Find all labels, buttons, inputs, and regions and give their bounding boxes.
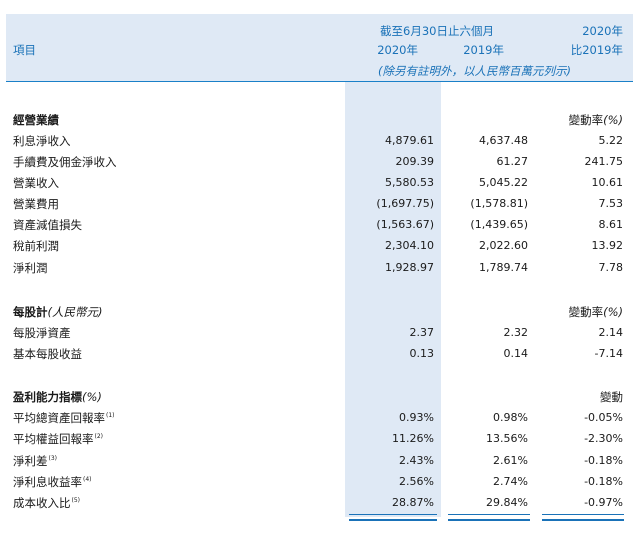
row-label: 資產減值損失 [13,218,82,232]
value-change: 2.14 [598,326,624,339]
value-change: -0.18% [584,454,623,467]
value-change: 7.53 [598,197,624,210]
value-2020: 2.37 [409,326,435,339]
value-2019: 5,045.22 [479,176,528,189]
financial-summary-table: 項目 截至6月30日止六個月 2020年 2019年 2020年 比2019年 … [0,0,640,533]
header-divider [6,81,633,82]
value-change: 5.22 [598,134,624,147]
section-change-header: 變動率(%) [568,305,623,319]
row-label: 淨利差(3) [13,454,57,468]
section-title: 經營業績 [13,113,59,127]
row-label: 平均權益回報率(2) [13,432,103,446]
value-2020: 11.26% [392,432,434,445]
column-header-2020: 2020年 [377,43,418,57]
value-2019: 61.27 [496,155,529,168]
row-label: 每股淨資產 [13,326,71,340]
value-change: -0.05% [584,411,623,424]
value-2019: (1,578.81) [470,197,528,210]
value-2019: 0.98% [493,411,528,424]
value-2019: 2.32 [503,326,529,339]
value-2019: 29.84% [486,496,528,509]
unit-note: (除另有註明外，以人民幣百萬元列示) [378,64,571,78]
value-2020: 2.43% [399,454,434,467]
row-label: 稅前利潤 [13,239,59,253]
value-2020: 4,879.61 [385,134,434,147]
value-change: 241.75 [584,155,624,168]
row-label: 營業費用 [13,197,59,211]
double-underline-2019 [448,514,530,521]
section-change-header: 變動 [600,390,623,404]
value-2019: 2.74% [493,475,528,488]
value-2020: (1,563.67) [376,218,434,231]
value-change: 13.92 [591,239,624,252]
row-label: 平均總資產回報率(1) [13,411,115,425]
section-title: 盈利能力指標(%) [13,390,102,404]
period-header: 截至6月30日止六個月 [380,24,494,38]
value-change: 8.61 [598,218,624,231]
value-2020: 0.93% [399,411,434,424]
change-header-compare: 比2019年 [570,43,623,57]
value-change: 7.78 [598,261,624,274]
value-2020: 2,304.10 [385,239,434,252]
row-label: 營業收入 [13,176,59,190]
double-underline-2020 [349,514,437,521]
value-2019: 13.56% [486,432,528,445]
row-label: 成本收入比(5) [13,496,80,510]
value-2020: (1,697.75) [376,197,434,210]
change-header-year: 2020年 [582,24,623,38]
value-2019: 1,789.74 [479,261,528,274]
value-2020: 2.56% [399,475,434,488]
value-2019: 0.14 [503,347,529,360]
value-change: -0.18% [584,475,623,488]
value-2020: 28.87% [392,496,434,509]
value-change: -7.14 [594,347,623,360]
row-label: 淨利息收益率(4) [13,475,92,489]
value-2019: 2,022.60 [479,239,528,252]
row-label: 淨利潤 [13,261,48,275]
value-2019: 2.61% [493,454,528,467]
section-title: 每股計(人民幣元) [13,305,103,319]
value-2020: 209.39 [395,155,435,168]
value-2019: (1,439.65) [470,218,528,231]
value-2020: 5,580.53 [385,176,434,189]
row-label: 利息淨收入 [13,134,71,148]
column-header-2019: 2019年 [463,43,504,57]
section-change-header: 變動率(%) [568,113,623,127]
row-label: 手續費及佣金淨收入 [13,155,117,169]
value-change: -2.30% [584,432,623,445]
value-change: 10.61 [591,176,624,189]
value-2020: 0.13 [409,347,435,360]
row-label: 基本每股收益 [13,347,82,361]
value-2020: 1,928.97 [385,261,434,274]
double-underline-change [542,514,624,521]
value-2019: 4,637.48 [479,134,528,147]
value-change: -0.97% [584,496,623,509]
item-column-header: 項目 [13,43,36,57]
